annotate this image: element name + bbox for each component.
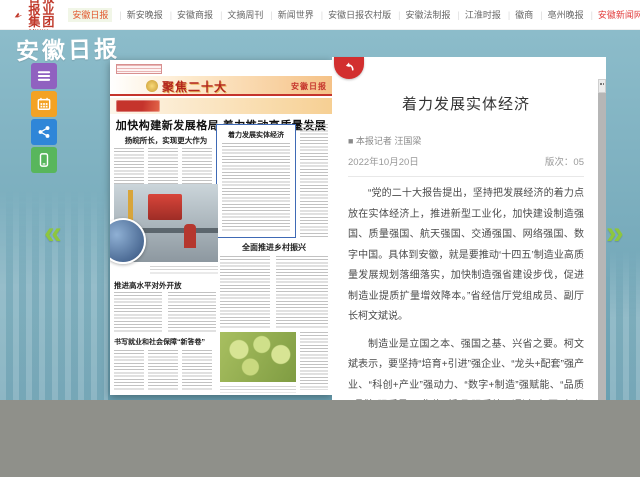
next-page-chevron[interactable]: » bbox=[606, 216, 624, 248]
article-scrollbar[interactable] bbox=[598, 79, 606, 400]
article-date: 2022年10月20日 bbox=[348, 154, 419, 168]
paper-headline-left[interactable]: 扬皖所长，实现更大作为 bbox=[116, 135, 216, 146]
text-columns bbox=[276, 256, 328, 328]
text-columns bbox=[300, 124, 328, 238]
phone-icon bbox=[37, 153, 51, 167]
paper-masthead-infobox bbox=[116, 64, 162, 74]
nav-item-anhui-daily[interactable]: 安徽日报 bbox=[67, 6, 113, 23]
menu-button[interactable] bbox=[31, 63, 57, 89]
text-columns bbox=[300, 332, 328, 390]
photo-truck-decor bbox=[148, 194, 182, 220]
nav-item-bozhou-evening[interactable]: 亳州晚报 bbox=[534, 6, 584, 23]
calendar-icon bbox=[37, 97, 51, 111]
nav-item-huishang[interactable]: 徽商 bbox=[502, 6, 534, 23]
paper-headline-social[interactable]: 书写就业和社会保障“新答卷” bbox=[114, 337, 205, 347]
paper-theme-band bbox=[110, 98, 332, 114]
scrollbar-top-button[interactable] bbox=[598, 79, 606, 93]
nav-item-legal-news[interactable]: 安徽法制报 bbox=[392, 6, 451, 23]
article-edition: 版次：05 bbox=[545, 154, 584, 168]
text-columns bbox=[182, 350, 212, 390]
cityscape-right-decor bbox=[610, 250, 640, 400]
nav-item-anhui-business[interactable]: 安徽商报 bbox=[164, 6, 214, 23]
nav-item-xinan-evening[interactable]: 新安晚报 bbox=[113, 6, 163, 23]
newspaper-page[interactable]: 聚焦二十大 安徽日报 加快构建新发展格局 着力推动高质量发展 扬皖所长，实现更大… bbox=[110, 60, 332, 395]
party-emblem-icon bbox=[146, 80, 158, 92]
paper-brand: 安徽日报 bbox=[291, 81, 327, 92]
page-thumbnail-strip: « 第02版 第03版 第04版 第05版 第06版 bbox=[0, 400, 640, 477]
text-columns bbox=[148, 350, 178, 390]
photo-caption-lines bbox=[220, 386, 296, 393]
text-columns bbox=[168, 292, 216, 332]
previous-page-chevron[interactable]: « bbox=[44, 216, 62, 248]
selected-article-box[interactable]: 着力发展实体经济 bbox=[216, 124, 296, 238]
theme-logo-decor bbox=[116, 100, 160, 112]
photo-caption-lines bbox=[150, 266, 218, 275]
article-meta: 2022年10月20日 版次：05 bbox=[348, 154, 584, 168]
nav-item-news-world[interactable]: 新闻世界 bbox=[264, 6, 314, 23]
press-group-logo-icon bbox=[14, 6, 22, 24]
masthead-brand-logo[interactable]: 安徽日报 bbox=[16, 30, 121, 67]
press-group-title: 安徽日报报业集团 bbox=[28, 0, 67, 28]
text-columns bbox=[114, 350, 144, 390]
calendar-button[interactable] bbox=[31, 91, 57, 117]
text-columns bbox=[114, 292, 162, 332]
share-button[interactable] bbox=[31, 119, 57, 145]
paper-banner: 聚焦二十大 安徽日报 bbox=[110, 76, 332, 96]
share-icon bbox=[37, 125, 51, 139]
hamburger-icon bbox=[37, 69, 51, 83]
sidebar-toolbar bbox=[31, 63, 57, 175]
article-divider bbox=[348, 176, 584, 177]
paper-headline-opening[interactable]: 推进高水平对外开放 bbox=[114, 280, 182, 291]
app-window: 安徽日报报业集团 ANHUI DAILY PRESS GROUP 安徽日报 新安… bbox=[0, 0, 640, 477]
nav-item-rural-edition[interactable]: 安徽日报农村版 bbox=[315, 6, 392, 23]
article-paragraph: “党的二十大报告提出，坚持把发展经济的着力点放在实体经济上，推进新型工业化，加快… bbox=[348, 184, 584, 328]
nav-item-jianghuai-times[interactable]: 江淮时报 bbox=[452, 6, 502, 23]
selected-article-box-title[interactable]: 着力发展实体经济 bbox=[217, 130, 295, 140]
article-byline: ■ 本报记者 汪国梁 bbox=[348, 134, 584, 147]
orchard-photo bbox=[220, 332, 296, 382]
site-nav: 安徽日报 新安晚报 安徽商报 文摘周刊 新闻世界 安徽日报农村版 安徽法制报 江… bbox=[67, 6, 640, 23]
article-title: 着力发展实体经济 bbox=[348, 93, 584, 114]
scroll-grip-decor bbox=[600, 83, 604, 85]
top-header: 安徽日报报业集团 ANHUI DAILY PRESS GROUP 安徽日报 新安… bbox=[0, 0, 640, 30]
text-columns bbox=[222, 143, 290, 232]
paper-headline-rural[interactable]: 全面推进乡村振兴 bbox=[220, 242, 328, 253]
photo-worker-decor bbox=[184, 224, 196, 248]
mobile-app-button[interactable] bbox=[31, 147, 57, 173]
nav-item-anhui-news-net[interactable]: 安徽新闻网 bbox=[585, 6, 640, 23]
article-panel: 着力发展实体经济 ■ 本报记者 汪国梁 2022年10月20日 版次：05 “党… bbox=[332, 57, 606, 400]
nav-item-digest-weekly[interactable]: 文摘周刊 bbox=[214, 6, 264, 23]
text-columns bbox=[220, 256, 270, 328]
paper-banner-title: 聚焦二十大 bbox=[162, 78, 227, 95]
